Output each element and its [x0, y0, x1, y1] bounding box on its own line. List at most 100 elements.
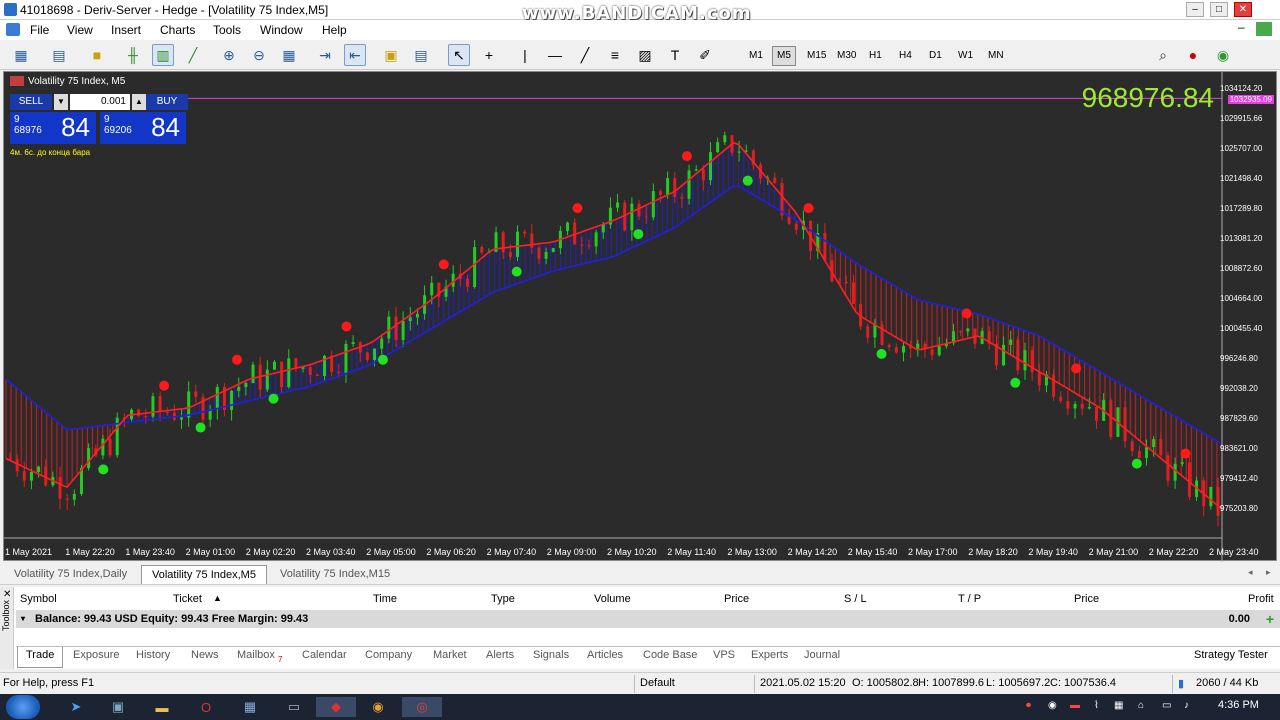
restore-child-icon[interactable]: – [1238, 20, 1245, 34]
chrome-icon[interactable]: ◉ [358, 697, 398, 717]
zoom-out-icon[interactable]: ⊖ [248, 44, 270, 66]
price-chart[interactable] [4, 72, 1278, 562]
timeframe-m15[interactable]: M15 [802, 46, 831, 66]
notifications-icon[interactable]: ● [1182, 44, 1204, 66]
profiles-icon[interactable]: ▤ [48, 44, 70, 66]
vertical-line-icon[interactable]: | [514, 44, 536, 66]
timeframe-mn[interactable]: MN [983, 46, 1009, 66]
close-button[interactable]: ✕ [1234, 2, 1252, 17]
menu-help[interactable]: Help [322, 23, 347, 37]
tab-mailbox[interactable]: Mailbox [237, 649, 275, 661]
menu-window[interactable]: Window [260, 23, 303, 37]
fibonacci-icon[interactable]: ≡ [604, 44, 626, 66]
collapse-icon[interactable]: ▾ [21, 610, 25, 628]
chart-tab-m15[interactable]: Volatility 75 Index,M15 [270, 565, 400, 584]
tray-app3-icon[interactable]: ⌂ [1138, 700, 1144, 711]
scroll-right-icon[interactable]: ▸ [1266, 567, 1271, 578]
tab-company[interactable]: Company [365, 649, 412, 661]
buy-button[interactable]: BUY [146, 94, 188, 110]
templates-icon[interactable]: ▤ [410, 44, 432, 66]
close-terminal-icon[interactable]: ✕ [3, 589, 11, 600]
col-take-profit[interactable]: T / P [958, 593, 981, 605]
market-watch-icon[interactable]: ■ [86, 44, 108, 66]
telegram-icon[interactable]: ➤ [56, 697, 96, 717]
zoom-in-icon[interactable]: ⊕ [218, 44, 240, 66]
tab-signals[interactable]: Signals [533, 649, 569, 661]
col-volume[interactable]: Volume [594, 593, 631, 605]
network-icon[interactable]: ▣ [98, 697, 138, 717]
tab-journal[interactable]: Journal [804, 649, 840, 661]
indicators-icon[interactable]: ▣ [380, 44, 402, 66]
trendline-icon[interactable]: ╱ [574, 44, 596, 66]
timeframe-w1[interactable]: W1 [953, 46, 978, 66]
timeframe-m30[interactable]: M30 [832, 46, 861, 66]
tile-windows-icon[interactable]: ▦ [278, 44, 300, 66]
volume-icon[interactable]: ♪ [1184, 700, 1189, 711]
text-icon[interactable]: T [664, 44, 686, 66]
signal-status-icon[interactable]: ◉ [1212, 44, 1234, 66]
lot-increase-icon[interactable]: ▲ [132, 94, 146, 110]
col-time[interactable]: Time [373, 593, 397, 605]
timeframe-d1[interactable]: D1 [924, 46, 947, 66]
strategy-tester-button[interactable]: Strategy Tester [1194, 649, 1268, 661]
new-chart-icon[interactable]: ▦ [10, 44, 32, 66]
status-profile[interactable]: Default [640, 677, 675, 689]
tab-exposure[interactable]: Exposure [73, 649, 119, 661]
sell-price-box[interactable]: 9 68976 84 [10, 112, 96, 144]
chart-window[interactable]: Volatility 75 Index, M5 SELL ▼ 0.001 ▲ B… [3, 71, 1278, 562]
search-icon[interactable]: ⌕ [1152, 44, 1174, 66]
candlestick-chart-icon[interactable]: ▥ [152, 44, 174, 66]
menu-tools[interactable]: Tools [213, 23, 241, 37]
col-stop-loss[interactable]: S / L [844, 593, 867, 605]
lot-size-input[interactable]: 0.001 [70, 94, 130, 110]
wifi-icon[interactable]: ⌇ [1094, 700, 1099, 711]
child-window-control-icon[interactable] [1256, 22, 1272, 36]
tab-code-base[interactable]: Code Base [643, 649, 697, 661]
tab-market[interactable]: Market [433, 649, 467, 661]
crosshair-icon[interactable]: + [478, 44, 500, 66]
sell-button[interactable]: SELL [10, 94, 52, 110]
tab-calendar[interactable]: Calendar [302, 649, 347, 661]
maximize-button[interactable]: □ [1210, 2, 1228, 17]
tab-articles[interactable]: Articles [587, 649, 623, 661]
tab-trade[interactable]: Trade [17, 647, 64, 668]
buy-price-box[interactable]: 9 69206 84 [100, 112, 186, 144]
chart-shift-icon[interactable]: ⇥ [314, 44, 336, 66]
minimize-button[interactable]: – [1186, 2, 1204, 17]
bandicam-icon[interactable]: ◎ [402, 697, 442, 717]
timeframe-m5[interactable]: M5 [772, 46, 796, 66]
arrows-icon[interactable]: ✐ [694, 44, 716, 66]
explorer-icon[interactable]: ▬ [142, 697, 182, 717]
col-current-price[interactable]: Price [1074, 593, 1099, 605]
timeframe-h1[interactable]: H1 [864, 46, 887, 66]
chrome-tray-icon[interactable]: ◉ [1048, 700, 1057, 711]
start-button[interactable] [6, 695, 40, 719]
menu-file[interactable]: File [30, 23, 49, 37]
col-profit[interactable]: Profit [1248, 593, 1274, 605]
tray-app-icon[interactable]: ▬ [1070, 700, 1080, 711]
bar-chart-icon[interactable]: ╫ [122, 44, 144, 66]
col-ticket[interactable]: Ticket [173, 593, 202, 605]
app-icon-6[interactable]: ▭ [274, 697, 314, 717]
menu-insert[interactable]: Insert [111, 23, 141, 37]
col-type[interactable]: Type [491, 593, 515, 605]
metatrader-icon[interactable]: ◆ [316, 697, 356, 717]
tab-history[interactable]: History [136, 649, 170, 661]
tab-alerts[interactable]: Alerts [486, 649, 514, 661]
menu-charts[interactable]: Charts [160, 23, 195, 37]
add-position-icon[interactable]: + [1266, 610, 1274, 628]
battery-icon[interactable]: ▭ [1162, 700, 1171, 711]
gann-icon[interactable]: ▨ [634, 44, 656, 66]
app-icon-5[interactable]: ▦ [230, 697, 270, 717]
timeframe-h4[interactable]: H4 [894, 46, 917, 66]
scroll-left-icon[interactable]: ◂ [1248, 567, 1253, 578]
col-symbol[interactable]: Symbol [20, 593, 57, 605]
horizontal-line-icon[interactable]: — [544, 44, 566, 66]
tab-experts[interactable]: Experts [751, 649, 788, 661]
col-open-price[interactable]: Price [724, 593, 749, 605]
auto-scroll-icon[interactable]: ⇤ [344, 44, 366, 66]
tab-news[interactable]: News [191, 649, 219, 661]
chart-tab-m5[interactable]: Volatility 75 Index,M5 [141, 565, 267, 584]
cursor-icon[interactable]: ↖ [448, 44, 470, 66]
timeframe-m1[interactable]: M1 [744, 46, 768, 66]
